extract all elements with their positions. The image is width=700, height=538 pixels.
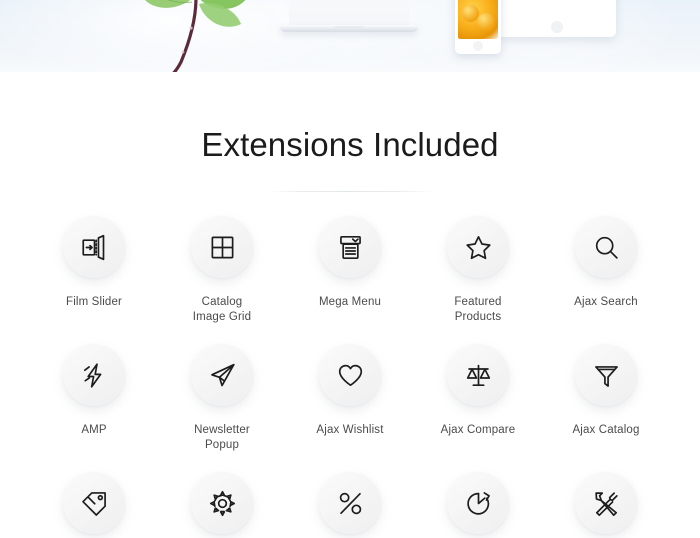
extension-icon-bubble: [319, 472, 381, 535]
extension-icon-bubble: [191, 216, 253, 279]
laptop-mockup: [280, 0, 418, 42]
extension-icon-bubble: [63, 216, 125, 279]
extension-item-featured-products[interactable]: Featured Products: [414, 216, 542, 344]
extension-label: Catalog Image Grid: [192, 296, 252, 324]
mega-menu-icon: [339, 235, 361, 259]
lightning-bolt-icon: [83, 363, 101, 388]
extension-icon-bubble: [191, 472, 253, 535]
film-slider-icon: [81, 234, 104, 260]
extension-label: Ajax Compare: [440, 424, 516, 437]
extension-icon-bubble: [63, 472, 125, 535]
extension-icon-bubble: [447, 472, 509, 535]
extension-item-ajax-wishlist[interactable]: Ajax Wishlist: [286, 344, 414, 472]
extension-item-mega-menu[interactable]: Mega Menu: [286, 216, 414, 344]
page-title: Extensions Included: [201, 126, 499, 163]
extension-item-promobanner[interactable]: PromoBanner: [286, 472, 414, 538]
scales-icon: [466, 364, 490, 386]
extension-label: Ajax Search: [574, 296, 638, 309]
extension-label: AMP: [81, 424, 107, 437]
gear-icon: [209, 490, 235, 516]
tag-icon: [81, 491, 106, 516]
hero-image-strip: [0, 0, 700, 72]
extension-label: Ajax Wishlist: [316, 424, 384, 437]
heart-icon: [338, 364, 362, 386]
laptop-notch: [334, 25, 364, 28]
extension-item-catalog-image-grid[interactable]: Catalog Image Grid: [158, 216, 286, 344]
paper-plane-icon: [210, 363, 235, 387]
extension-item-ajax-catalog[interactable]: Ajax Catalog: [542, 344, 670, 472]
extension-icon-bubble: [575, 216, 637, 279]
star-icon: [465, 235, 491, 259]
extension-label: Ajax Catalog: [572, 424, 640, 437]
laptop-lid: [289, 0, 409, 28]
percent-icon: [339, 492, 361, 515]
tablet-mockup: [498, 0, 616, 37]
extension-item-brand[interactable]: Brand: [30, 472, 158, 538]
extension-item-ajax-search[interactable]: Ajax Search: [542, 216, 670, 344]
funnel-icon: [594, 365, 618, 387]
extension-label: Newsletter Popup: [194, 424, 250, 452]
extension-item-special-price[interactable]: Special Price: [414, 472, 542, 538]
phone-product-photo: [458, 0, 498, 39]
extension-icon-bubble: [575, 344, 637, 407]
timer-icon: [466, 491, 490, 515]
title-divider: [266, 191, 434, 193]
plant-sprig-image: [95, 0, 285, 72]
extension-icon-bubble: [447, 216, 509, 279]
extension-item-themeoptions[interactable]: ThemeOptions: [158, 472, 286, 538]
extensions-section: Extensions Included Film Slider Catalog …: [0, 72, 700, 538]
extension-label: Mega Menu: [318, 296, 382, 309]
search-icon: [595, 236, 618, 259]
extension-item-amp[interactable]: AMP: [30, 344, 158, 472]
extension-label: Featured Products: [454, 296, 502, 324]
extension-item-site[interactable]: Site: [542, 472, 670, 538]
extension-icon-bubble: [319, 216, 381, 279]
extension-icon-bubble: [447, 344, 509, 407]
extension-icon-bubble: [575, 472, 637, 535]
extension-icon-bubble: [63, 344, 125, 407]
phone-home-button: [473, 41, 483, 51]
extension-icon-bubble: [191, 344, 253, 407]
extension-item-film-slider[interactable]: Film Slider: [30, 216, 158, 344]
phone-mockup: [455, 0, 501, 54]
extension-item-ajax-compare[interactable]: Ajax Compare: [414, 344, 542, 472]
tablet-home-button: [551, 21, 563, 33]
extension-label: Film Slider: [66, 296, 122, 309]
tools-icon: [594, 492, 618, 516]
extension-item-newsletter-popup[interactable]: Newsletter Popup: [158, 344, 286, 472]
grid-icon: [211, 236, 233, 259]
extensions-grid: Film Slider Catalog Image Grid Mega Menu…: [0, 216, 700, 538]
tablet-category-icons: [498, 0, 616, 6]
extension-icon-bubble: [319, 344, 381, 407]
